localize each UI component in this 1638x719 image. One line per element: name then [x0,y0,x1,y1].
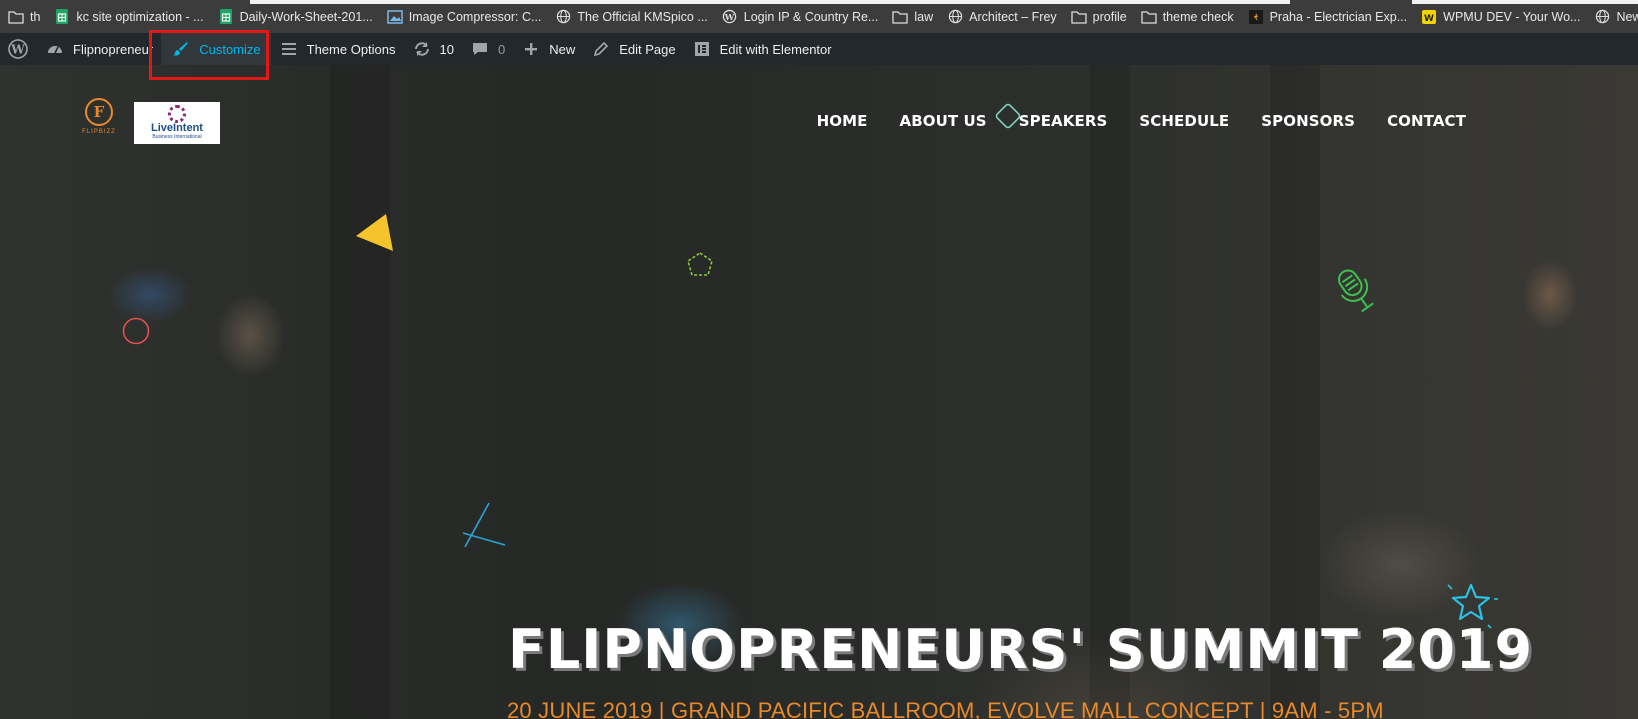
bookmark-label: th [30,9,41,24]
bookmark-label: law [914,9,934,24]
bookmark-kc-site-optimization[interactable]: kc site optimization - ... [54,9,204,25]
liveintent-flower-icon [168,105,186,123]
folder-icon [1141,9,1157,25]
bookmark-daily-work-sheet[interactable]: Daily-Work-Sheet-201... [218,9,373,25]
folder-icon [892,9,909,25]
microphone-icon [1337,269,1374,313]
edit-page-label: Edit Page [619,41,676,57]
bookmark-profile[interactable]: profile [1071,9,1127,25]
svg-text:W: W [1424,14,1434,24]
bookmark-th[interactable]: th [8,9,40,25]
wp-logo-menu[interactable]: W [0,33,37,65]
wordpress-icon: W [8,39,28,59]
bookmark-label: Newspaper | The Best [1616,9,1638,24]
theme-options-link[interactable]: Theme Options [271,33,404,65]
sheets-icon [218,9,234,25]
bookmark-theme-check[interactable]: theme check [1141,9,1234,25]
cross-shape-icon [462,502,506,548]
updates-count: 10 [439,41,454,57]
new-content-menu[interactable]: New [513,33,583,65]
bookmark-wpmu-dev[interactable]: W WPMU DEV - Your Wo... [1421,9,1580,25]
nav-speakers[interactable]: SPEAKERS [1019,112,1108,130]
bookmark-architect-frey[interactable]: Architect – Frey [947,9,1057,25]
hero-subtitle: 20 JUNE 2019 | GRAND PACIFIC BALLROOM, E… [507,698,1384,719]
nav-home[interactable]: HOME [817,112,868,130]
nav-about-us[interactable]: ABOUT US [899,112,986,130]
folder-icon [1071,9,1087,25]
bookmark-label: Praha - Electrician Exp... [1269,9,1408,24]
menu-lines-icon [279,39,299,59]
dashboard-icon [45,39,65,59]
hero-section: F FLIPBIZZ LiveIntent Business Internati… [0,65,1638,719]
customize-label: Customize [199,41,261,57]
elementor-icon [692,39,712,59]
flipbizz-logo[interactable]: F FLIPBIZZ [76,98,122,142]
nav-schedule[interactable]: SCHEDULE [1139,112,1229,130]
bookmark-law[interactable]: law [892,9,933,25]
theme-options-label: Theme Options [306,41,396,57]
bookmark-label: profile [1092,9,1127,24]
comments-link[interactable]: 0 [462,33,513,65]
pencil-icon [591,39,611,59]
triangle-shape-icon [356,214,393,251]
nav-contact[interactable]: CONTACT [1387,112,1466,130]
svg-text:W: W [10,43,25,57]
paintbrush-icon [171,39,191,59]
bookmark-label: theme check [1162,9,1234,24]
nav-sponsors[interactable]: SPONSORS [1261,112,1355,130]
globe-icon [947,9,963,25]
edit-page-link[interactable]: Edit Page [583,33,683,65]
comments-count: 0 [497,41,506,57]
main-nav: HOME ABOUT US SPEAKERS SCHEDULE SPONSORS… [817,112,1466,130]
flipbizz-logo-text: FLIPBIZZ [82,129,116,135]
liveintent-logo[interactable]: LiveIntent Business International [134,102,220,144]
sheets-icon [54,9,70,25]
pentagon-shape-icon [687,252,713,276]
bookmarks-bar: th kc site optimization - ... Daily-Work… [0,0,1638,33]
new-label: New [549,41,576,57]
image-icon [386,9,403,25]
globe-icon [1594,9,1610,25]
wordpress-icon: W [722,9,738,25]
bookmark-kmspico[interactable]: The Official KMSpico ... [555,9,708,25]
bookmark-newspaper[interactable]: Newspaper | The Best [1594,9,1638,25]
bookmark-praha-electrician[interactable]: Praha - Electrician Exp... [1248,9,1408,25]
customize-link[interactable]: Customize [161,33,271,65]
updates-link[interactable]: 10 [404,33,462,65]
wp-admin-bar: W Flipnopreneur Customize Theme Options … [0,33,1638,65]
bookmark-login-ip[interactable]: W Login IP & Country Re... [722,9,879,25]
comment-icon [470,39,490,59]
bookmark-label: Login IP & Country Re... [743,9,879,24]
site-icon [1248,9,1264,25]
globe-icon [555,9,571,25]
background-blur [330,65,390,719]
site-name-label: Flipnopreneur [73,41,154,57]
liveintent-logo-name: LiveIntent [151,122,203,134]
plus-icon [521,39,541,59]
edit-elementor-label: Edit with Elementor [719,41,832,57]
liveintent-logo-sub: Business International [152,134,202,140]
edit-with-elementor-link[interactable]: Edit with Elementor [684,33,840,65]
bookmark-label: The Official KMSpico ... [577,9,708,24]
flipbizz-logo-mark: F [85,98,113,126]
updates-icon [412,39,432,59]
folder-icon [8,9,24,25]
bookmark-label: Image Compressor: C... [408,9,542,24]
circle-shape-icon [122,317,150,345]
bookmark-label: kc site optimization - ... [76,9,204,24]
bookmark-label: WPMU DEV - Your Wo... [1443,9,1581,24]
hero-title: FLIPNOPRENEURS' SUMMIT 2019 [508,618,1534,681]
site-name-menu[interactable]: Flipnopreneur [37,33,161,65]
bookmark-label: Daily-Work-Sheet-201... [239,9,373,24]
svg-text:W: W [724,12,735,22]
wpmudev-icon: W [1421,9,1437,25]
diamond-shape-icon [995,103,1021,129]
bookmark-image-compressor[interactable]: Image Compressor: C... [386,9,542,25]
bookmark-label: Architect – Frey [969,9,1057,24]
